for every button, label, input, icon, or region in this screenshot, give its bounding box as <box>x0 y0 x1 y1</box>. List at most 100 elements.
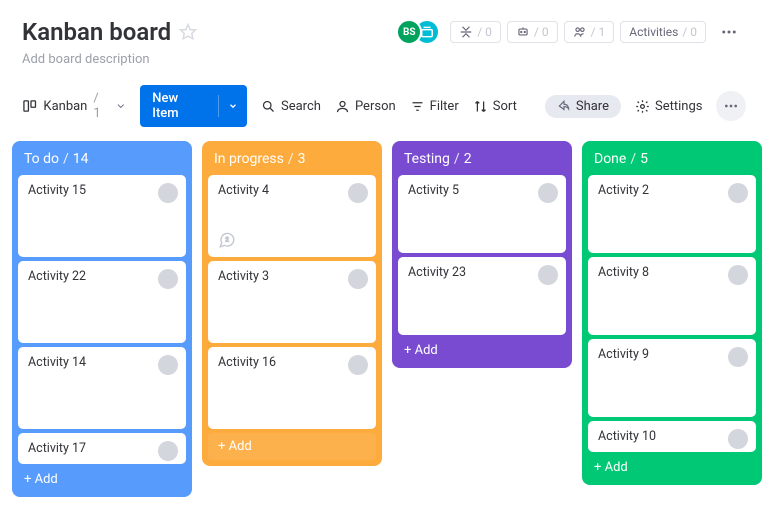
card-title: Activity 17 <box>28 441 178 456</box>
card-title: Activity 5 <box>408 183 558 198</box>
members-count: / 1 <box>591 25 606 39</box>
share-icon <box>557 99 571 113</box>
board-header: Kanban board BS / 0 / 0 / 1 <box>0 0 768 75</box>
column-count: 5 <box>640 151 648 167</box>
assignee-avatar[interactable] <box>348 269 368 289</box>
assignee-avatar[interactable] <box>158 355 178 375</box>
add-card-button[interactable]: + Add <box>208 433 376 460</box>
assignee-avatar[interactable] <box>728 429 748 449</box>
search-button[interactable]: Search <box>261 99 321 114</box>
column-header[interactable]: To do / 14 <box>12 141 192 175</box>
view-name: Kanban <box>43 99 87 114</box>
column-count: 2 <box>464 151 472 167</box>
header-more-icon[interactable] <box>712 19 746 45</box>
chevron-down-icon <box>115 100 127 112</box>
card-title: Activity 14 <box>28 355 178 370</box>
assignee-avatar[interactable] <box>728 265 748 285</box>
person-label: Person <box>355 99 396 114</box>
column-name: To do <box>24 151 59 167</box>
share-button[interactable]: Share <box>545 95 621 118</box>
assignee-avatar[interactable] <box>538 183 558 203</box>
toolbar-more-button[interactable] <box>716 91 746 121</box>
activities-pill[interactable]: Activities / 0 <box>620 21 706 43</box>
person-button[interactable]: Person <box>335 99 396 114</box>
new-item-button[interactable]: New Item <box>140 85 247 127</box>
kanban-card[interactable]: Activity 3 <box>208 261 376 343</box>
person-icon <box>335 99 350 114</box>
assignee-avatar[interactable] <box>158 183 178 203</box>
assignee-avatar[interactable] <box>158 441 178 461</box>
view-selector[interactable]: Kanban / 1 <box>22 91 126 121</box>
column-todo: To do / 14 Activity 15 Activity 22 Activ… <box>12 141 192 497</box>
assignee-avatar[interactable] <box>728 347 748 367</box>
column-done: Done / 5 Activity 2 Activity 8 Activity … <box>582 141 762 485</box>
card-title: Activity 15 <box>28 183 178 198</box>
filter-icon <box>410 99 425 114</box>
kanban-card[interactable]: Activity 2 <box>588 175 756 253</box>
assignee-avatar[interactable] <box>538 265 558 285</box>
column-count: 14 <box>73 151 89 167</box>
members-pill[interactable]: / 1 <box>564 21 615 43</box>
assignee-avatar[interactable] <box>348 183 368 203</box>
kanban-card[interactable]: Activity 17 <box>18 433 186 464</box>
automation-count: / 0 <box>534 25 549 39</box>
kanban-card[interactable]: Activity 5 <box>398 175 566 253</box>
column-header[interactable]: In progress / 3 <box>202 141 382 175</box>
avatar-stack[interactable]: BS <box>396 19 440 45</box>
conversation-pill[interactable]: / 0 <box>450 21 501 43</box>
conversation-count: / 0 <box>477 25 492 39</box>
activities-count: / 0 <box>682 25 697 39</box>
board-subtitle[interactable]: Add board description <box>22 52 746 67</box>
automation-pill[interactable]: / 0 <box>507 21 558 43</box>
kanban-card[interactable]: Activity 16 <box>208 347 376 429</box>
add-card-button[interactable]: + Add <box>582 452 762 485</box>
search-label: Search <box>281 99 321 114</box>
settings-button[interactable]: Settings <box>635 99 702 114</box>
activities-prefix: Activities <box>629 25 678 39</box>
kanban-card[interactable]: Activity 23 <box>398 257 566 335</box>
toolbar: Kanban / 1 New Item Search Person Filter… <box>0 75 768 141</box>
share-label: Share <box>576 99 609 114</box>
kanban-card[interactable]: Activity 10 <box>588 421 756 452</box>
card-title: Activity 4 <box>218 183 368 198</box>
kanban-card[interactable]: Activity 15 <box>18 175 186 257</box>
filter-label: Filter <box>430 99 459 114</box>
new-item-label: New Item <box>140 85 218 127</box>
kanban-card[interactable]: Activity 8 <box>588 257 756 335</box>
card-title: Activity 3 <box>218 269 368 284</box>
kanban-card[interactable]: Activity 4 2 <box>208 175 376 257</box>
assignee-avatar[interactable] <box>728 183 748 203</box>
add-card-button[interactable]: + Add <box>12 464 192 497</box>
column-inprogress: In progress / 3 Activity 4 2 Activity 3 … <box>202 141 382 466</box>
new-item-caret[interactable] <box>218 95 247 117</box>
card-title: Activity 22 <box>28 269 178 284</box>
sort-button[interactable]: Sort <box>473 99 517 114</box>
search-icon <box>261 99 276 114</box>
kanban-card[interactable]: Activity 22 <box>18 261 186 343</box>
column-count: 3 <box>298 151 306 167</box>
column-testing: Testing / 2 Activity 5 Activity 23 + Add <box>392 141 572 368</box>
star-icon[interactable] <box>179 23 197 41</box>
column-header[interactable]: Done / 5 <box>582 141 762 175</box>
kanban-board: To do / 14 Activity 15 Activity 22 Activ… <box>0 141 768 497</box>
chat-icon[interactable]: 2 <box>218 231 236 249</box>
card-title: Activity 16 <box>218 355 368 370</box>
column-name: Done <box>594 151 626 167</box>
assignee-avatar[interactable] <box>348 355 368 375</box>
settings-label: Settings <box>655 99 702 114</box>
sort-label: Sort <box>493 99 517 114</box>
add-card-button[interactable]: + Add <box>392 335 572 368</box>
view-count: / 1 <box>93 91 108 121</box>
column-header[interactable]: Testing / 2 <box>392 141 572 175</box>
assignee-avatar[interactable] <box>158 269 178 289</box>
column-name: Testing <box>404 151 450 167</box>
card-title: Activity 9 <box>598 347 748 362</box>
board-title[interactable]: Kanban board <box>22 18 171 46</box>
filter-button[interactable]: Filter <box>410 99 459 114</box>
sort-icon <box>473 99 488 114</box>
card-title: Activity 10 <box>598 429 748 444</box>
kanban-card[interactable]: Activity 9 <box>588 339 756 417</box>
gear-icon <box>635 99 650 114</box>
card-title: Activity 23 <box>408 265 558 280</box>
kanban-card[interactable]: Activity 14 <box>18 347 186 429</box>
